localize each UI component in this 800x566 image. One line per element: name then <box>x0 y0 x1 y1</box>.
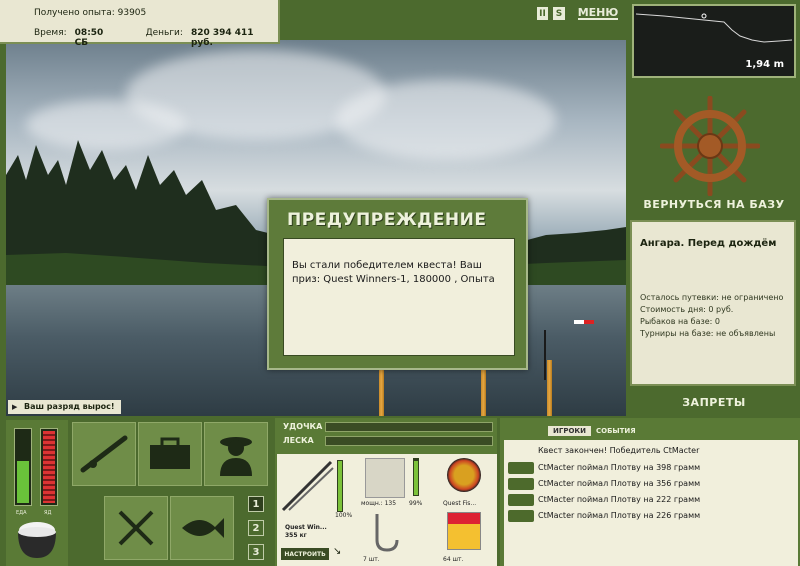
warning-dialog[interactable]: ПРЕДУПРЕЖДЕНИЕ Вы стали победителем квес… <box>267 198 528 370</box>
line-strain-label: ЛЕСКА <box>283 436 314 445</box>
fisherman-icon <box>220 437 252 476</box>
experience-readout: Получено опыта: 93905 <box>34 8 146 18</box>
tacklebox-icon <box>150 437 190 469</box>
chat-message: CtMacter поймал Плотву на 222 грамм <box>538 495 701 504</box>
rod-in-holder[interactable] <box>547 360 552 416</box>
location-details: Осталось путевки: не ограничено Стоимост… <box>640 292 783 340</box>
food-meter <box>14 428 32 506</box>
status-meters: ЕДА ЯД <box>6 420 68 566</box>
rod-icon[interactable] <box>279 458 335 514</box>
float-bobber[interactable] <box>574 320 594 324</box>
fish-icon <box>508 494 534 506</box>
arrow-down-right-icon[interactable]: ↘ <box>333 546 341 557</box>
rod-percent: 100% <box>335 512 353 519</box>
hook-count: 7 шт. <box>363 556 380 563</box>
reel-stat: мощн.: 135 <box>361 500 397 507</box>
fish-tank-button[interactable] <box>170 496 234 560</box>
location-line: Стоимость дня: 0 руб. <box>640 305 734 314</box>
food-label: ЕДА <box>16 510 27 516</box>
reel-condition-bar <box>413 458 419 496</box>
chat-message: CtMacter поймал Плотву на 398 грамм <box>538 463 701 472</box>
rod-weight: 355 кг <box>285 532 307 539</box>
location-line: Турниры на базе: не объявлены <box>640 329 776 338</box>
menu-button[interactable]: МЕНЮ <box>578 6 618 20</box>
reel-icon[interactable] <box>365 458 405 498</box>
ship-wheel-icon[interactable] <box>660 96 760 196</box>
rod-in-holder[interactable] <box>481 370 486 416</box>
poison-meter <box>40 428 58 506</box>
fishing-rod-icon <box>80 435 128 473</box>
chat-message: CtMacter поймал Плотву на 226 грамм <box>538 511 701 520</box>
cauldron-icon[interactable] <box>12 518 62 562</box>
dialog-message-text: Вы стали победителем квеста! Ваш приз: Q… <box>292 260 495 285</box>
reel-percent: 99% <box>409 500 423 507</box>
money-label: Деньги: <box>145 28 183 38</box>
bait-icon[interactable] <box>447 512 481 550</box>
money-value: 820 394 411 руб. <box>190 28 254 48</box>
tab-3[interactable]: 3 <box>248 544 264 560</box>
kitchen-button[interactable] <box>104 496 168 560</box>
depth-map: 1,94 m <box>632 4 796 78</box>
location-title: Ангара. Перед дождём <box>640 238 777 249</box>
rods-button[interactable] <box>72 422 136 486</box>
time-label: Время: <box>34 28 67 38</box>
pause-button[interactable]: II <box>537 7 548 20</box>
fish-icon <box>508 510 534 522</box>
rod-tip <box>544 330 546 380</box>
fishing-line-icon[interactable] <box>447 458 481 492</box>
chat-log: Квест закончен! Победитель CtMacter CtMa… <box>504 440 798 566</box>
fish-icon <box>508 478 534 490</box>
tacklebox-button[interactable] <box>138 422 202 486</box>
rod-strain-label: УДОЧКА <box>283 422 323 431</box>
food-meter-fill <box>17 461 29 503</box>
chat-panel: ИГРОКИ СОБЫТИЯ Квест закончен! Победител… <box>500 418 800 566</box>
rod-strain-bar <box>325 422 493 432</box>
location-line: Рыбаков на базе: 0 <box>640 317 720 326</box>
poison-meter-fill <box>43 430 55 503</box>
setup-button[interactable]: НАСТРОИТЬ <box>281 548 329 560</box>
fisherman-button[interactable] <box>204 422 268 486</box>
dialog-message: Вы стали победителем квеста! Ваш приз: Q… <box>283 238 515 356</box>
tackle-slots: 100% Quest Win... 355 кг НАСТРОИТЬ ↘ мощ… <box>277 454 497 566</box>
tab-2[interactable]: 2 <box>248 520 264 536</box>
rod-name: Quest Win... <box>285 524 327 531</box>
chat-tabs: ИГРОКИ СОБЫТИЯ <box>548 426 639 436</box>
hook-icon[interactable] <box>365 510 405 554</box>
dialog-title: ПРЕДУПРЕЖДЕНИЕ <box>287 210 487 230</box>
location-line: Осталось путевки: не ограничено <box>640 293 784 302</box>
player-info-panel: Получено опыта: 93905 Время: 08:50 СБ Де… <box>0 0 280 48</box>
rod-in-holder[interactable] <box>379 370 384 416</box>
tab-1[interactable]: 1 <box>248 496 264 512</box>
poison-label: ЯД <box>44 510 52 516</box>
fish-icon <box>182 518 224 538</box>
time-money-row: Время: 08:50 СБ Деньги: 820 394 411 руб. <box>34 28 278 48</box>
chat-message: CtMacter поймал Плотву на 356 грамм <box>538 479 701 488</box>
return-to-base-button[interactable]: ВЕРНУТЬСЯ НА БАЗУ <box>632 198 796 211</box>
rank-up-banner: Ваш разряд вырос! <box>8 400 121 414</box>
location-panel: Ангара. Перед дождём Осталось путевки: н… <box>630 220 796 386</box>
depth-value: 1,94 m <box>745 59 784 70</box>
line-name: Quest Fis... <box>443 500 477 507</box>
bait-count: 64 шт. <box>443 556 464 563</box>
experience-label: Получено опыта: <box>34 8 115 18</box>
bans-button[interactable]: ЗАПРЕТЫ <box>632 396 796 409</box>
tackle-panel: УДОЧКА ЛЕСКА 100% Quest Win... 355 кг НА… <box>275 418 497 566</box>
fish-icon <box>508 462 534 474</box>
sound-button[interactable]: S <box>553 7 565 20</box>
chat-message: Квест закончен! Победитель CtMacter <box>538 446 700 455</box>
rod-condition-bar <box>337 460 343 512</box>
fork-knife-icon <box>118 510 154 546</box>
tab-events[interactable]: СОБЫТИЯ <box>593 426 639 436</box>
time-value: 08:50 СБ <box>74 28 104 48</box>
experience-value: 93905 <box>117 8 147 18</box>
tab-players[interactable]: ИГРОКИ <box>548 426 591 436</box>
line-strain-bar <box>325 436 493 446</box>
